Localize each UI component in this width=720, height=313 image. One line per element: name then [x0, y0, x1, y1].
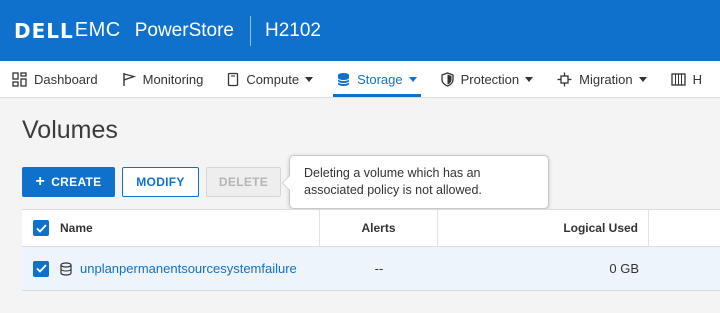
volume-database-icon	[60, 261, 72, 276]
dell-logo: DELL	[14, 18, 74, 43]
chevron-down-icon	[408, 76, 417, 82]
volume-name-cell: unplanpermanentsourcesystemfailure	[60, 247, 320, 290]
hardware-icon	[670, 72, 686, 87]
column-header-more	[649, 210, 720, 246]
table-row[interactable]: unplanpermanentsourcesystemfailure -- 0 …	[22, 247, 720, 291]
column-header-alerts[interactable]: Alerts	[320, 210, 438, 246]
delete-button[interactable]: DELETE	[206, 167, 281, 197]
emc-logo: EMC	[74, 19, 121, 41]
nav-dashboard[interactable]: Dashboard	[0, 61, 110, 97]
modify-button[interactable]: MODIFY	[122, 167, 199, 197]
select-all-checkbox[interactable]	[33, 220, 49, 236]
system-name: H2102	[265, 19, 321, 41]
product-name: PowerStore	[134, 19, 234, 41]
page-title: Volumes	[22, 116, 118, 144]
migration-icon	[557, 72, 572, 87]
volume-name-link[interactable]: unplanpermanentsourcesystemfailure	[80, 261, 297, 276]
nav-migration[interactable]: Migration	[545, 61, 658, 97]
nav-label: Dashboard	[34, 71, 98, 87]
modify-button-label: MODIFY	[136, 175, 185, 189]
dashboard-grid-icon	[12, 71, 27, 87]
volumes-table: Name Alerts Logical Used unplanpermanent…	[22, 209, 720, 291]
delete-button-label: DELETE	[218, 175, 269, 189]
chevron-down-icon	[638, 76, 647, 82]
checkmark-icon	[35, 264, 47, 273]
nav-label: Compute	[246, 71, 300, 87]
chevron-down-icon	[525, 76, 534, 82]
nav-label: Storage	[357, 71, 403, 87]
create-button-label: CREATE	[51, 175, 102, 189]
logical-used-cell: 0 GB	[609, 261, 639, 276]
column-header-logical-used[interactable]: Logical Used	[438, 210, 649, 246]
tooltip-arrow	[282, 175, 290, 191]
flag-icon	[122, 72, 136, 87]
nav-monitoring[interactable]: Monitoring	[110, 61, 216, 97]
delete-disabled-tooltip: Deleting a volume which has an associate…	[282, 155, 549, 209]
nav-label: Monitoring	[142, 71, 204, 87]
nav-storage[interactable]: Storage	[325, 61, 429, 97]
create-button[interactable]: + CREATE	[22, 167, 115, 197]
chevron-down-icon	[305, 76, 314, 82]
nav-label: H	[692, 71, 703, 87]
row-rest	[649, 247, 720, 290]
shield-icon	[440, 71, 454, 87]
database-icon	[337, 72, 350, 87]
select-all-cell	[22, 210, 60, 246]
main-nav: Dashboard Monitoring Compute Storage Pro…	[0, 61, 720, 98]
nav-compute[interactable]: Compute	[215, 61, 325, 97]
tooltip-text: Deleting a volume which has an associate…	[304, 166, 482, 197]
nav-label: Migration	[579, 71, 633, 87]
nav-protection[interactable]: Protection	[429, 61, 546, 97]
brand: DELL EMC PowerStore H2102	[0, 0, 321, 61]
nav-hardware[interactable]: H	[659, 61, 714, 97]
checkmark-icon	[35, 223, 47, 233]
brand-divider	[250, 15, 251, 46]
row-checkbox[interactable]	[33, 260, 49, 277]
row-select-cell	[22, 247, 60, 290]
alerts-cell: --	[374, 261, 384, 276]
plus-icon: +	[35, 173, 46, 190]
table-header: Name Alerts Logical Used	[22, 209, 720, 247]
server-icon	[227, 72, 239, 87]
top-banner: DELL EMC PowerStore H2102	[0, 0, 720, 61]
nav-label: Protection	[460, 71, 520, 87]
column-header-name[interactable]: Name	[60, 210, 320, 246]
